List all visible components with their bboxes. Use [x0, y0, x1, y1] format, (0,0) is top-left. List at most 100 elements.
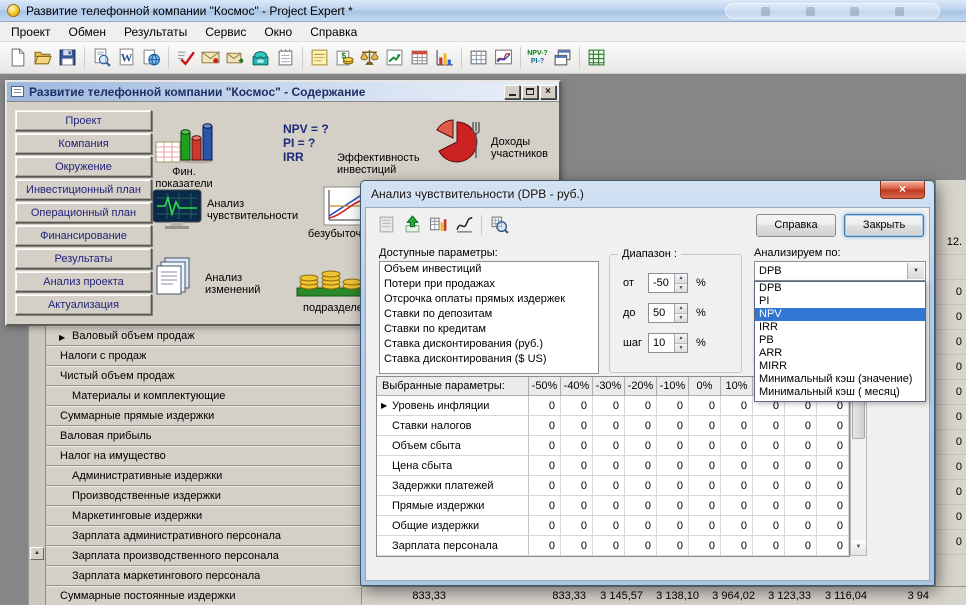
- show-table-icon[interactable]: [425, 213, 451, 237]
- open-project-icon[interactable]: [30, 45, 55, 71]
- parameter-row-label[interactable]: Задержки платежей: [377, 476, 529, 496]
- scales-balance-icon[interactable]: [357, 45, 382, 71]
- nav-section-button[interactable]: Окружение: [15, 156, 152, 177]
- zoom-parameters-icon[interactable]: [486, 213, 512, 237]
- profit-loss-icon[interactable]: [382, 45, 407, 71]
- available-parameter-item[interactable]: Ставка дисконтирования ($ US): [380, 352, 598, 367]
- menu-item[interactable]: Справка: [301, 23, 366, 41]
- report-table-icon[interactable]: [584, 45, 609, 71]
- spin-up-icon[interactable]: ▲: [675, 274, 687, 284]
- report-row[interactable]: Зарплата административного персонала: [46, 526, 362, 546]
- notebook-icon[interactable]: [273, 45, 298, 71]
- vertical-scrollbar[interactable]: ▲ ▼: [850, 376, 867, 556]
- spin-up-icon[interactable]: ▲: [675, 304, 687, 314]
- report-row[interactable]: Суммарные постоянные издержки: [46, 586, 362, 605]
- cascade-windows-icon[interactable]: [550, 45, 575, 71]
- dropdown-option[interactable]: NPV: [755, 308, 925, 321]
- report-row[interactable]: Чистый объем продаж: [46, 366, 362, 386]
- available-parameter-item[interactable]: Ставки по кредитам: [380, 322, 598, 337]
- chevron-down-icon[interactable]: ▼: [907, 263, 924, 279]
- sensitivity-analysis-icon[interactable]: [151, 188, 203, 233]
- help-button[interactable]: Справка: [756, 214, 836, 237]
- npv-pi-indicator-icon[interactable]: NPV-? PI-?: [525, 45, 550, 71]
- save-project-icon[interactable]: [55, 45, 80, 71]
- dropdown-option[interactable]: Минимальный кэш (значение): [755, 373, 925, 386]
- report-row[interactable]: Налог на имущество: [46, 446, 362, 466]
- nav-section-button[interactable]: Анализ проекта: [15, 271, 152, 292]
- nav-section-button[interactable]: Операционный план: [15, 202, 152, 223]
- available-parameter-item[interactable]: Объем инвестиций: [380, 262, 598, 277]
- parameter-row-label[interactable]: Прямые издержки: [377, 496, 529, 516]
- dropdown-option[interactable]: IRR: [755, 321, 925, 334]
- new-document-icon[interactable]: [5, 45, 30, 71]
- spin-down-icon[interactable]: ▼: [675, 344, 687, 353]
- report-row[interactable]: Зарплата маркетингового персонала: [46, 566, 362, 586]
- menu-item[interactable]: Проект: [2, 23, 60, 41]
- dropdown-option[interactable]: DPB: [755, 282, 925, 295]
- menu-item[interactable]: Сервис: [196, 23, 255, 41]
- available-parameter-item[interactable]: Потери при продажах: [380, 277, 598, 292]
- report-row[interactable]: Маркетинговые издержки: [46, 506, 362, 526]
- recalculate-icon[interactable]: [399, 213, 425, 237]
- parameter-row-label[interactable]: Цена сбыта: [377, 456, 529, 476]
- menu-item[interactable]: Обмен: [60, 23, 116, 41]
- parameter-row-label[interactable]: Ставки налогов: [377, 416, 529, 436]
- menu-item[interactable]: Окно: [255, 23, 301, 41]
- spin-down-icon[interactable]: ▼: [675, 314, 687, 323]
- nav-section-button[interactable]: Инвестиционный план: [15, 179, 152, 200]
- parameter-row-label[interactable]: Зарплата персонала: [377, 536, 529, 556]
- parameter-row-label[interactable]: Общие издержки: [377, 516, 529, 536]
- data-table-icon[interactable]: [466, 45, 491, 71]
- dropdown-option[interactable]: MIRR: [755, 360, 925, 373]
- analysis-chart-icon[interactable]: [491, 45, 516, 71]
- available-parameter-item[interactable]: Отсрочка оплаты прямых издержек: [380, 292, 598, 307]
- range-value-input[interactable]: 50 ▲▼: [648, 303, 688, 323]
- report-row[interactable]: ▶ Валовый объем продаж: [46, 326, 362, 346]
- investment-efficiency-label[interactable]: Эффективность инвестиций: [337, 152, 420, 176]
- report-row[interactable]: Материалы и комплектующие: [46, 386, 362, 406]
- spin-up-icon[interactable]: ▲: [675, 334, 687, 344]
- nav-section-button[interactable]: Финансирование: [15, 225, 152, 246]
- bar-chart-icon[interactable]: [432, 45, 457, 71]
- maximize-button[interactable]: [522, 85, 538, 99]
- contents-title-bar[interactable]: Развитие телефонной компании "Космос" - …: [7, 82, 559, 102]
- print-preview-icon[interactable]: [89, 45, 114, 71]
- nav-section-button[interactable]: Проект: [15, 110, 152, 131]
- analyze-by-combobox[interactable]: DPB ▼: [754, 261, 926, 281]
- cash-flow-icon[interactable]: $: [332, 45, 357, 71]
- nav-section-button[interactable]: Компания: [15, 133, 152, 154]
- send-mail-icon[interactable]: [198, 45, 223, 71]
- nav-section-button[interactable]: Результаты: [15, 248, 152, 269]
- show-graph-icon[interactable]: [451, 213, 477, 237]
- close-button[interactable]: ×: [540, 85, 556, 99]
- report-row[interactable]: Производственные издержки: [46, 486, 362, 506]
- available-parameter-item[interactable]: Ставки по депозитам: [380, 307, 598, 322]
- dropdown-option[interactable]: Минимальный кэш ( месяц): [755, 386, 925, 399]
- report-row[interactable]: Суммарные прямые издержки: [46, 406, 362, 426]
- participants-income-icon[interactable]: [427, 116, 485, 167]
- minimize-button[interactable]: [504, 85, 520, 99]
- parameter-row-label[interactable]: ▶Уровень инфляции: [377, 396, 529, 416]
- export-html-icon[interactable]: [139, 45, 164, 71]
- parameter-row-label[interactable]: Объем сбыта: [377, 436, 529, 456]
- receive-mail-icon[interactable]: [223, 45, 248, 71]
- export-word-icon[interactable]: W: [114, 45, 139, 71]
- report-row[interactable]: Зарплата производственного персонала: [46, 546, 362, 566]
- changes-analysis-icon[interactable]: [155, 256, 199, 299]
- range-value-input[interactable]: 10 ▲▼: [648, 333, 688, 353]
- available-parameters-list[interactable]: Объем инвестицийПотери при продажахОтсро…: [379, 261, 599, 374]
- analyze-by-dropdown-list[interactable]: DPBPINPVIRRPBARRMIRRМинимальный кэш (зна…: [754, 281, 926, 402]
- dialog-close-button[interactable]: ×: [880, 181, 925, 199]
- report-row[interactable]: Налоги с продаж: [46, 346, 362, 366]
- available-parameter-item[interactable]: Ставка дисконтирования (руб.): [380, 337, 598, 352]
- close-dialog-button[interactable]: Закрыть: [844, 214, 924, 237]
- text-description-icon[interactable]: [307, 45, 332, 71]
- nav-section-button[interactable]: Актуализация: [15, 294, 152, 315]
- scroll-down-icon[interactable]: ▼: [851, 540, 866, 555]
- finance-table-icon[interactable]: [407, 45, 432, 71]
- report-row[interactable]: Валовая прибыль: [46, 426, 362, 446]
- range-value-input[interactable]: -50 ▲▼: [648, 273, 688, 293]
- spin-down-icon[interactable]: ▼: [675, 284, 687, 293]
- contacts-phone-icon[interactable]: [248, 45, 273, 71]
- scroll-up-button[interactable]: ▲: [30, 547, 44, 560]
